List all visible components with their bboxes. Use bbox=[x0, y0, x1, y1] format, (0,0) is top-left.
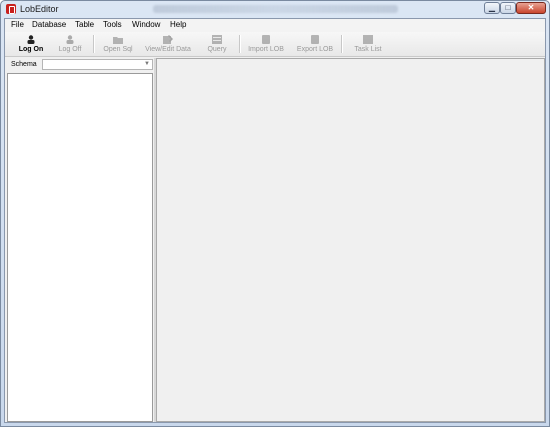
menu-window[interactable]: Window bbox=[129, 20, 163, 29]
schema-tree[interactable] bbox=[7, 73, 153, 422]
user-icon bbox=[27, 35, 35, 44]
export-lob-label: Export LOB bbox=[296, 46, 334, 53]
workspace-area bbox=[156, 58, 545, 422]
folder-icon bbox=[113, 37, 123, 44]
export-lob-button[interactable]: Export LOB bbox=[293, 33, 337, 55]
export-icon bbox=[311, 35, 319, 44]
log-off-button[interactable]: Log Off bbox=[53, 33, 87, 55]
maximize-icon: □ bbox=[505, 3, 511, 12]
query-icon bbox=[212, 35, 222, 44]
query-label: Query bbox=[207, 46, 227, 53]
toolbar-separator bbox=[341, 35, 343, 53]
list-icon bbox=[363, 35, 373, 44]
user-icon bbox=[66, 35, 74, 44]
task-list-button[interactable]: Task List bbox=[349, 33, 387, 55]
menu-file[interactable]: File bbox=[8, 20, 27, 29]
menu-tools[interactable]: Tools bbox=[100, 20, 125, 29]
schema-label: Schema bbox=[11, 61, 37, 68]
main-client-area: File Database Table Tools Window Help Lo… bbox=[4, 18, 546, 423]
import-icon bbox=[262, 35, 270, 44]
close-button[interactable]: ✕ bbox=[516, 2, 546, 14]
minimize-button[interactable]: ▁ bbox=[484, 2, 500, 14]
schema-dropdown[interactable]: ▼ bbox=[42, 59, 153, 70]
menu-help[interactable]: Help bbox=[167, 20, 189, 29]
open-sql-label: Open Sql bbox=[103, 46, 133, 53]
view-edit-data-label: View/Edit Data bbox=[145, 46, 191, 53]
import-lob-label: Import LOB bbox=[248, 46, 284, 53]
open-sql-button[interactable]: Open Sql bbox=[97, 33, 139, 55]
app-window: LobEditor ▁ □ ✕ File Database Table Tool… bbox=[0, 0, 550, 427]
log-off-label: Log Off bbox=[58, 46, 82, 53]
task-list-label: Task List bbox=[354, 46, 382, 53]
app-logo-icon bbox=[6, 4, 16, 14]
toolbar-separator bbox=[93, 35, 95, 53]
menu-bar: File Database Table Tools Window Help bbox=[5, 19, 545, 32]
maximize-button[interactable]: □ bbox=[500, 2, 516, 14]
log-on-label: Log On bbox=[18, 46, 44, 53]
query-button[interactable]: Query bbox=[201, 33, 233, 55]
window-title: LobEditor bbox=[20, 4, 59, 14]
view-edit-data-button[interactable]: View/Edit Data bbox=[141, 33, 195, 55]
blurred-caption bbox=[153, 5, 398, 13]
chevron-down-icon: ▼ bbox=[144, 61, 150, 67]
close-icon: ✕ bbox=[527, 3, 535, 12]
import-lob-button[interactable]: Import LOB bbox=[245, 33, 287, 55]
toolbar-separator bbox=[239, 35, 241, 53]
menu-database[interactable]: Database bbox=[29, 20, 69, 29]
edit-icon bbox=[163, 35, 173, 44]
schema-panel: Schema ▼ bbox=[7, 58, 153, 422]
title-bar: LobEditor ▁ □ ✕ bbox=[1, 1, 549, 18]
toolbar: Log On Log Off Open Sql View/Edit Data Q… bbox=[5, 32, 545, 57]
minimize-icon: ▁ bbox=[488, 3, 496, 12]
menu-table[interactable]: Table bbox=[72, 20, 97, 29]
log-on-button[interactable]: Log On bbox=[14, 33, 48, 55]
